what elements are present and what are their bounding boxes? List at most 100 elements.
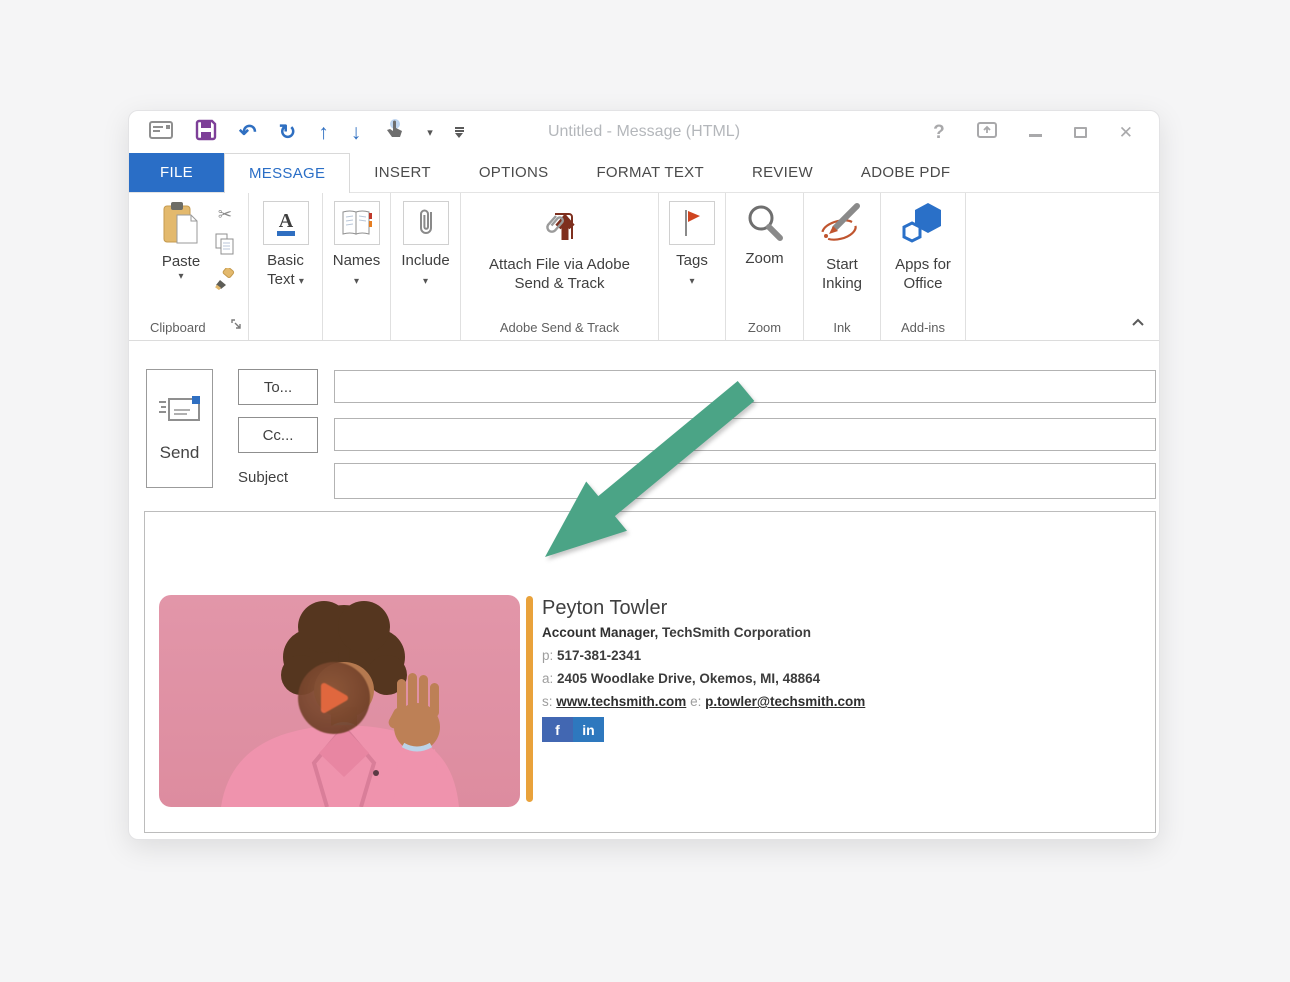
ribbon-tabs: FILE MESSAGE INSERT OPTIONS FORMAT TEXT …	[129, 153, 1159, 193]
redo-icon[interactable]: ↻	[279, 122, 297, 143]
cc-button[interactable]: Cc...	[238, 417, 318, 453]
title-bar: ↶ ↻ ↑ ↓ ▾ Untitled - Message (HTML) ? ✕	[129, 111, 1159, 153]
signature-address: 2405 Woodlake Drive, Okemos, MI, 48864	[557, 671, 820, 686]
signature-job-title: Account Manager,	[542, 625, 658, 640]
subject-input[interactable]	[334, 463, 1156, 499]
ribbon-group-names[interactable]: Names ▾	[323, 193, 391, 340]
ribbon-group-basic-text[interactable]: A Basic Text ▾	[249, 193, 323, 340]
tags-dropdown-icon: ▾	[689, 276, 694, 287]
signature-phone-line: p: 517-381-2341	[542, 644, 1102, 667]
ribbon-group-include[interactable]: Include ▾	[391, 193, 461, 340]
paste-button[interactable]: Paste ▾	[154, 201, 208, 295]
signature-divider-bar	[526, 596, 533, 802]
format-painter-icon[interactable]	[214, 268, 236, 295]
clipboard-dialog-launcher-icon[interactable]	[231, 317, 242, 335]
paste-clipboard-icon	[162, 201, 200, 252]
paste-dropdown-icon: ▾	[178, 271, 183, 282]
adobe-group-label: Adobe Send & Track	[461, 320, 658, 335]
to-button[interactable]: To...	[238, 369, 318, 405]
include-dropdown-icon: ▾	[423, 276, 428, 287]
include-label: Include	[401, 252, 449, 269]
move-down-icon[interactable]: ↓	[351, 122, 362, 143]
ribbon-group-addins: Apps for Office Add-ins	[881, 193, 966, 340]
paperclip-icon	[403, 201, 449, 245]
touch-mode-dropdown-icon[interactable]: ▾	[427, 126, 433, 139]
address-label: a:	[542, 671, 553, 686]
play-button[interactable]	[298, 662, 370, 734]
maximize-icon[interactable]	[1074, 127, 1087, 138]
addins-group-label: Add-ins	[881, 320, 965, 335]
help-icon[interactable]: ?	[933, 123, 945, 142]
tab-message[interactable]: MESSAGE	[224, 153, 350, 193]
undo-icon[interactable]: ↶	[239, 122, 257, 143]
customize-qat-icon[interactable]	[455, 127, 464, 138]
to-input[interactable]	[334, 370, 1156, 403]
tab-format-text[interactable]: FORMAT TEXT	[572, 153, 727, 192]
flag-icon	[669, 201, 715, 245]
attach-adobe-label: Attach File via Adobe Send & Track	[470, 255, 650, 293]
names-label: Names	[333, 252, 381, 269]
signature-title-line: Account Manager, TechSmith Corporation	[542, 621, 1102, 644]
site-label: s:	[542, 694, 553, 709]
ribbon: Paste ▾ ✂ Clipboard	[129, 193, 1159, 341]
ink-group-label: Ink	[804, 320, 880, 335]
send-envelope-icon	[157, 394, 203, 431]
apps-for-office-icon	[900, 201, 946, 250]
names-dropdown-icon: ▾	[354, 276, 359, 287]
quick-access-toolbar: ↶ ↻ ↑ ↓ ▾	[129, 111, 464, 153]
tab-insert[interactable]: INSERT	[350, 153, 455, 192]
address-book-icon	[334, 201, 380, 245]
apps-for-office-button[interactable]	[881, 201, 965, 249]
zoom-label: Zoom	[726, 249, 803, 268]
close-icon[interactable]: ✕	[1119, 124, 1133, 141]
email-link[interactable]: p.towler@techsmith.com	[705, 694, 865, 709]
ribbon-group-ink: Start Inking Ink	[804, 193, 881, 340]
collapse-ribbon-icon[interactable]	[1131, 314, 1145, 332]
tab-options[interactable]: OPTIONS	[455, 153, 573, 192]
linkedin-icon[interactable]: in	[573, 717, 604, 742]
attach-adobe-button[interactable]	[461, 201, 658, 249]
zoom-group-label: Zoom	[726, 320, 803, 335]
message-body[interactable]: Peyton Towler Account Manager, TechSmith…	[144, 511, 1156, 833]
send-button[interactable]: Send	[146, 369, 213, 488]
ribbon-group-tags[interactable]: Tags ▾	[659, 193, 726, 340]
social-icons: f in	[542, 717, 1102, 742]
website-link[interactable]: www.techsmith.com	[556, 694, 686, 709]
signature-address-line: a: 2405 Woodlake Drive, Okemos, MI, 4886…	[542, 667, 1102, 690]
save-icon[interactable]	[195, 119, 217, 146]
tags-label: Tags	[676, 252, 708, 269]
svg-text:A: A	[278, 210, 293, 232]
signature-phone: 517-381-2341	[557, 648, 641, 663]
tab-adobe-pdf[interactable]: ADOBE PDF	[837, 153, 974, 192]
message-window: ↶ ↻ ↑ ↓ ▾ Untitled - Message (HTML) ? ✕ …	[128, 110, 1160, 840]
ribbon-display-options-icon[interactable]	[977, 122, 997, 143]
ribbon-group-adobe-send-track: Attach File via Adobe Send & Track Adobe…	[461, 193, 659, 340]
start-inking-button[interactable]	[804, 201, 880, 249]
cc-input[interactable]	[334, 418, 1156, 451]
minimize-icon[interactable]	[1029, 134, 1042, 137]
subject-label: Subject	[238, 469, 288, 486]
email-label: e:	[690, 694, 701, 709]
pen-inking-icon	[819, 202, 865, 249]
window-controls: ? ✕	[933, 122, 1159, 143]
signature-video-thumbnail[interactable]	[159, 595, 520, 807]
basic-text-dropdown-icon: ▾	[299, 276, 304, 287]
email-signature: Peyton Towler Account Manager, TechSmith…	[542, 595, 1102, 742]
ribbon-group-zoom: Zoom Zoom	[726, 193, 804, 340]
tab-file[interactable]: FILE	[129, 153, 224, 192]
cut-icon[interactable]: ✂	[218, 205, 232, 225]
zoom-button[interactable]	[726, 201, 803, 249]
send-label: Send	[160, 443, 200, 463]
tab-review[interactable]: REVIEW	[728, 153, 837, 192]
play-icon	[319, 682, 349, 714]
facebook-icon[interactable]: f	[542, 717, 573, 742]
touch-mouse-mode-icon[interactable]	[383, 118, 405, 147]
copy-icon[interactable]	[215, 233, 235, 260]
phone-label: p:	[542, 648, 553, 663]
ribbon-group-clipboard: Paste ▾ ✂ Clipboard	[146, 193, 249, 340]
signature-company: TechSmith Corporation	[658, 625, 811, 640]
signature-name: Peyton Towler	[542, 595, 1102, 621]
apps-for-office-label: Apps for Office	[890, 255, 956, 293]
signature-links-line: s: www.techsmith.com e: p.towler@techsmi…	[542, 690, 1102, 713]
move-up-icon[interactable]: ↑	[318, 122, 329, 143]
